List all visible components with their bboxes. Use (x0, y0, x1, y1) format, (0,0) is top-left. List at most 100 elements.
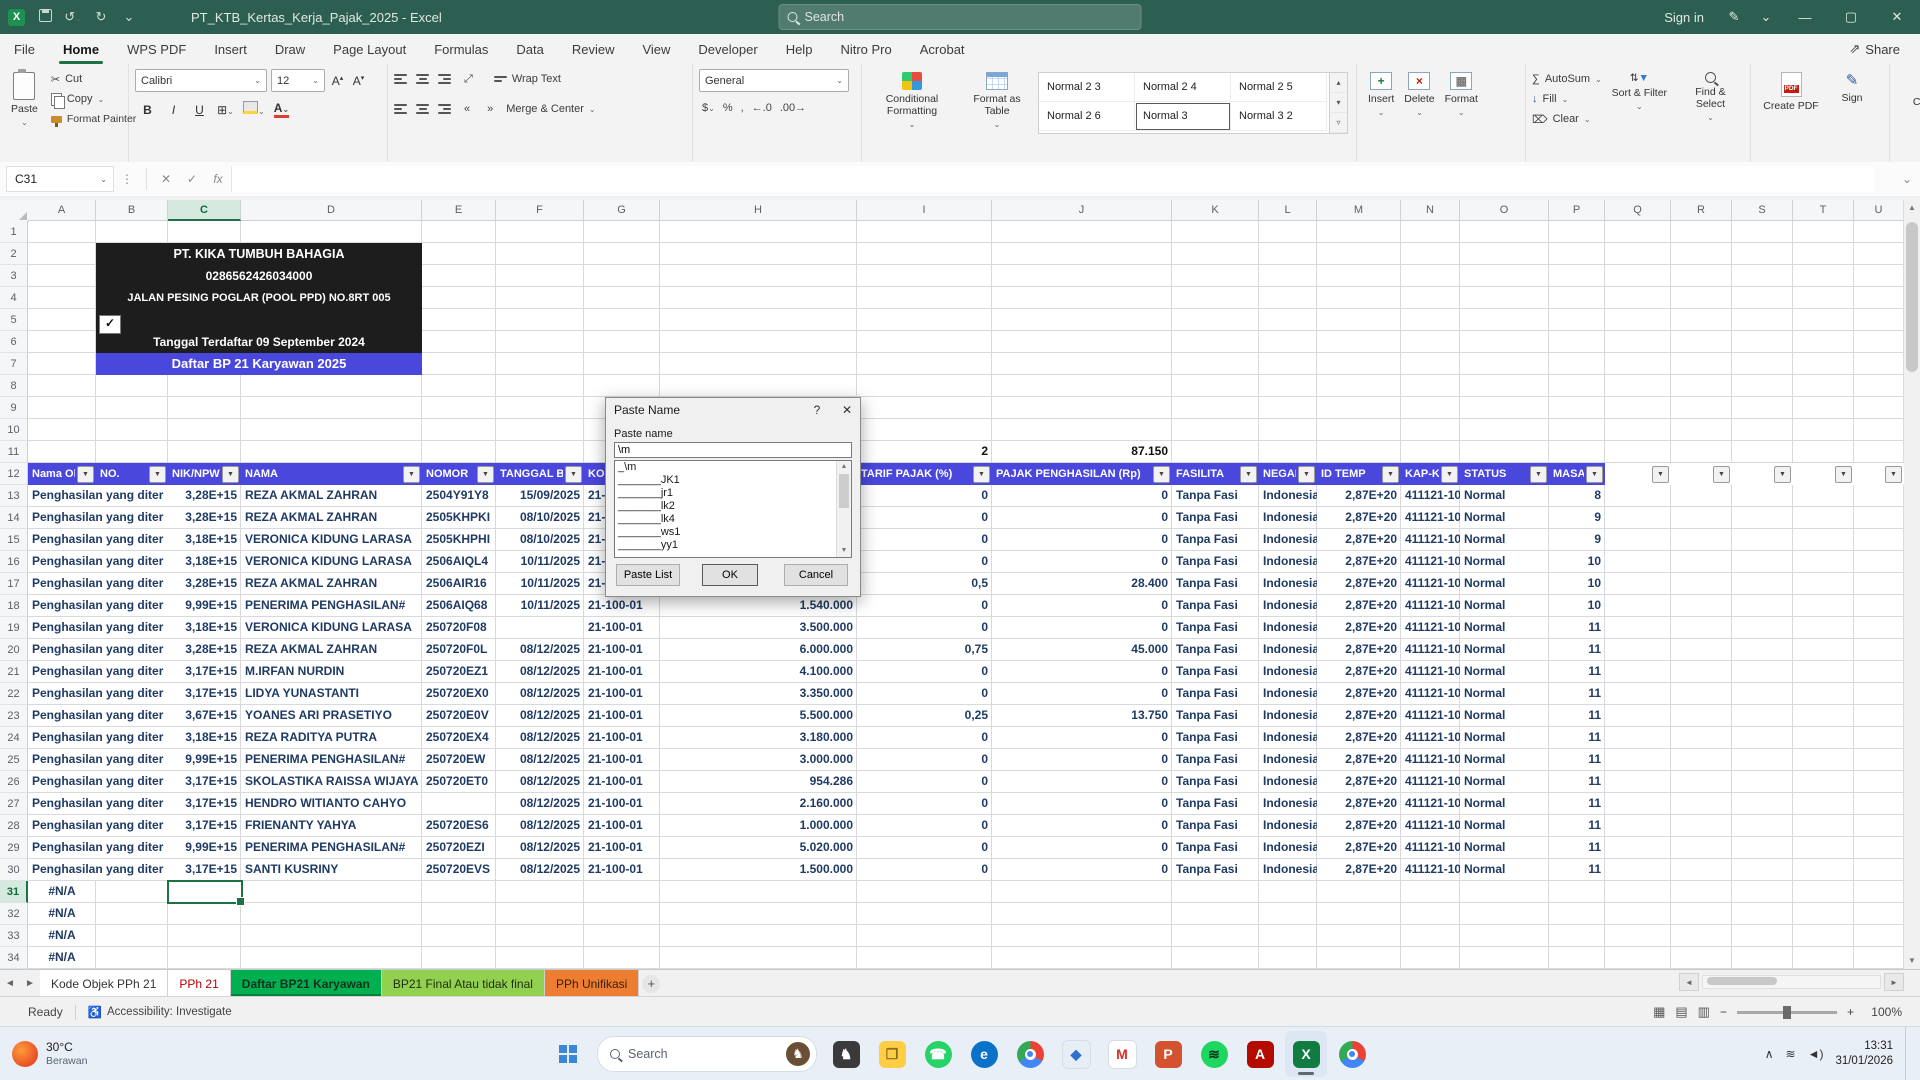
ribbon-display-options-icon[interactable]: ⌄ (1750, 9, 1782, 25)
cell-H27[interactable]: 2.160.000 (660, 793, 857, 815)
align-center-icon[interactable] (416, 104, 429, 114)
row-header-13[interactable]: 13 (0, 485, 28, 507)
cell-A18[interactable]: Penghasilan yang diter (28, 595, 168, 617)
row-header-33[interactable]: 33 (0, 925, 28, 947)
show-desktop-button[interactable] (1905, 1027, 1910, 1080)
filter-header-T[interactable]: ▼ (1793, 463, 1854, 485)
cell-K14[interactable]: Tanpa Fasi (1172, 507, 1259, 529)
cell-style-normal-3-2[interactable]: Normal 3 2 (1231, 102, 1327, 131)
sheet-tab-daftar-bp21-karyawan[interactable]: Daftar BP21 Karyawan (231, 970, 382, 997)
cell-E30[interactable]: 250720EVS (422, 859, 496, 881)
horizontal-scroll-thumb[interactable] (1707, 977, 1777, 985)
cell-C23[interactable]: 3,67E+15 (168, 705, 241, 727)
filter-dropdown-icon[interactable]: ▼ (1713, 466, 1730, 483)
cell-D14[interactable]: REZA AKMAL ZAHRAN (241, 507, 422, 529)
filter-dropdown-icon[interactable]: ▼ (1835, 466, 1852, 483)
cell-N27[interactable]: 411121-10 (1401, 793, 1460, 815)
cell-C26[interactable]: 3,17E+15 (168, 771, 241, 793)
cell-P22[interactable]: 11 (1549, 683, 1605, 705)
cell-A32[interactable]: #N/A (28, 903, 96, 925)
cell-I28[interactable]: 0 (857, 815, 992, 837)
row-header-24[interactable]: 24 (0, 727, 28, 749)
ribbon-tab-wps-pdf[interactable]: WPS PDF (113, 34, 200, 64)
cell-M17[interactable]: 2,87E+20 (1317, 573, 1401, 595)
gallery-up-icon[interactable]: ▴ (1330, 73, 1347, 93)
ribbon-tab-nitro-pro[interactable]: Nitro Pro (826, 34, 905, 64)
column-header-C[interactable]: C (168, 200, 241, 221)
cell-D13[interactable]: REZA AKMAL ZAHRAN (241, 485, 422, 507)
cell-style-normal-3[interactable]: Normal 3 (1135, 102, 1231, 131)
cell-O24[interactable]: Normal (1460, 727, 1549, 749)
cell-G26[interactable]: 21-100-01 (584, 771, 660, 793)
cell-K23[interactable]: Tanpa Fasi (1172, 705, 1259, 727)
cell-A17[interactable]: Penghasilan yang diter (28, 573, 168, 595)
file-explorer-icon[interactable]: ❒ (871, 1031, 913, 1077)
cell-A26[interactable]: Penghasilan yang diter (28, 771, 168, 793)
filter-dropdown-icon[interactable]: ▼ (149, 466, 166, 483)
cell-O13[interactable]: Normal (1460, 485, 1549, 507)
cell-K30[interactable]: Tanpa Fasi (1172, 859, 1259, 881)
row-header-15[interactable]: 15 (0, 529, 28, 551)
cell-C20[interactable]: 3,28E+15 (168, 639, 241, 661)
cell-C30[interactable]: 3,17E+15 (168, 859, 241, 881)
vertical-scrollbar[interactable]: ▲ ▼ (1903, 200, 1920, 969)
scroll-up-icon[interactable]: ▲ (1904, 200, 1920, 216)
cell-A14[interactable]: Penghasilan yang diter (28, 507, 168, 529)
sheet-tab-kode-objek-pph-21[interactable]: Kode Objek PPh 21 (40, 970, 168, 997)
filter-dropdown-icon[interactable]: ▼ (77, 466, 94, 483)
cell-F22[interactable]: 08/12/2025 (496, 683, 584, 705)
filter-header-O[interactable]: STATUS▼ (1460, 463, 1549, 485)
italic-button[interactable]: I (165, 103, 182, 117)
name-list-item[interactable]: _\m (615, 461, 837, 474)
cell-H21[interactable]: 4.100.000 (660, 661, 857, 683)
active-cell-selection[interactable] (167, 880, 243, 904)
row-header-34[interactable]: 34 (0, 947, 28, 969)
cell-D15[interactable]: VERONICA KIDUNG LARASA (241, 529, 422, 551)
row-header-32[interactable]: 32 (0, 903, 28, 925)
cell-I21[interactable]: 0 (857, 661, 992, 683)
cell-J27[interactable]: 0 (992, 793, 1172, 815)
cell-M26[interactable]: 2,87E+20 (1317, 771, 1401, 793)
cell-F20[interactable]: 08/12/2025 (496, 639, 584, 661)
minimize-button[interactable]: — (1782, 0, 1828, 34)
cell-A22[interactable]: Penghasilan yang diter (28, 683, 168, 705)
column-header-U[interactable]: U (1854, 200, 1904, 221)
font-name-select[interactable]: Calibri⌄ (135, 69, 267, 92)
cell-M22[interactable]: 2,87E+20 (1317, 683, 1401, 705)
cell-K27[interactable]: Tanpa Fasi (1172, 793, 1259, 815)
sheet-scroll-right-icon[interactable]: ► (20, 970, 40, 997)
cell-H26[interactable]: 954.286 (660, 771, 857, 793)
cell-M14[interactable]: 2,87E+20 (1317, 507, 1401, 529)
cell-O16[interactable]: Normal (1460, 551, 1549, 573)
cell-D25[interactable]: PENERIMA PENGHASILAN# (241, 749, 422, 771)
list-scroll-thumb[interactable] (839, 474, 849, 508)
cell-N14[interactable]: 411121-10 (1401, 507, 1460, 529)
ribbon-tab-help[interactable]: Help (772, 34, 827, 64)
cell-G20[interactable]: 21-100-01 (584, 639, 660, 661)
cell-P14[interactable]: 9 (1549, 507, 1605, 529)
scroll-down-icon[interactable]: ▼ (1904, 953, 1920, 969)
filter-header-I[interactable]: TARIF PAJAK (%)▼ (857, 463, 992, 485)
cell-H24[interactable]: 3.180.000 (660, 727, 857, 749)
row-header-28[interactable]: 28 (0, 815, 28, 837)
filter-header-R[interactable]: ▼ (1671, 463, 1732, 485)
decrease-indent-icon[interactable]: « (460, 102, 474, 116)
sign-in-button[interactable]: Sign in (1664, 10, 1704, 25)
cell-O22[interactable]: Normal (1460, 683, 1549, 705)
cell-H19[interactable]: 3.500.000 (660, 617, 857, 639)
cell-A33[interactable]: #N/A (28, 925, 96, 947)
clock[interactable]: 13:31 31/01/2026 (1835, 1039, 1893, 1069)
cell-P23[interactable]: 11 (1549, 705, 1605, 727)
cancel-button[interactable]: Cancel (784, 564, 848, 586)
cell-F24[interactable]: 08/12/2025 (496, 727, 584, 749)
cell-I29[interactable]: 0 (857, 837, 992, 859)
cell-N25[interactable]: 411121-10 (1401, 749, 1460, 771)
cell-J13[interactable]: 0 (992, 485, 1172, 507)
cell-A27[interactable]: Penghasilan yang diter (28, 793, 168, 815)
middle-align-icon[interactable] (416, 74, 429, 84)
cell-D27[interactable]: HENDRO WITIANTO CAHYO (241, 793, 422, 815)
cell-I13[interactable]: 0 (857, 485, 992, 507)
ribbon-tab-data[interactable]: Data (502, 34, 557, 64)
cell-P15[interactable]: 9 (1549, 529, 1605, 551)
cell-O19[interactable]: Normal (1460, 617, 1549, 639)
